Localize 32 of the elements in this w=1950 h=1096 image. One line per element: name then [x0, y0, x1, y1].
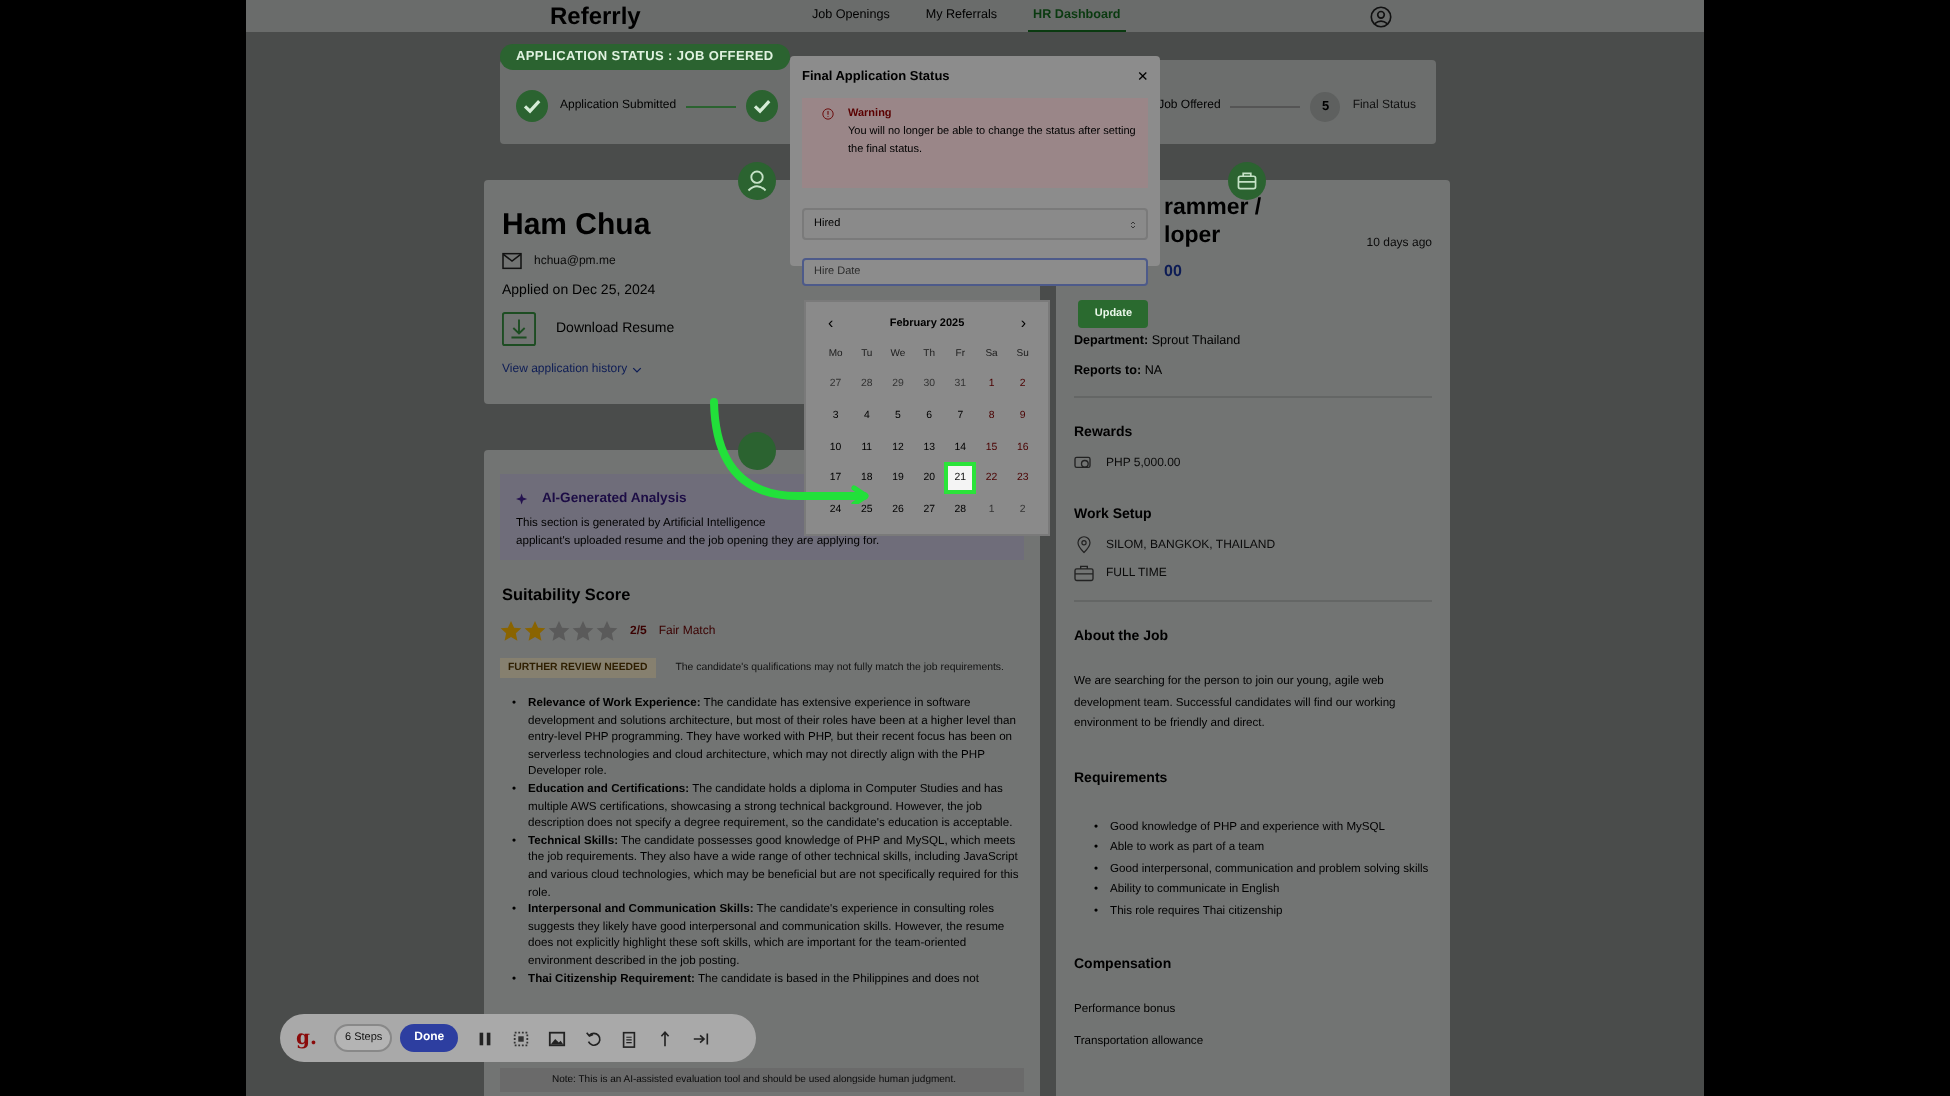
money-icon	[1074, 454, 1094, 472]
previous-month-button[interactable]: ‹	[828, 316, 834, 332]
undo-icon[interactable]	[584, 1029, 603, 1047]
recorder-logo[interactable]: g.	[296, 1027, 317, 1049]
star-icon	[500, 620, 522, 642]
candidate-name: Ham Chua	[502, 208, 651, 242]
star-icon	[596, 620, 618, 642]
sparkle-icon	[516, 492, 530, 506]
location-pin-icon	[1074, 536, 1094, 554]
upload-arrow-icon[interactable]	[656, 1029, 675, 1047]
job-title: rammer /	[1164, 194, 1262, 222]
clipboard-icon[interactable]	[620, 1029, 639, 1047]
pause-icon[interactable]	[476, 1029, 495, 1047]
close-button[interactable]: ×	[1137, 68, 1148, 86]
user-account-icon[interactable]	[1370, 5, 1392, 27]
star-icon	[572, 620, 594, 642]
job-title: loper	[1164, 222, 1223, 250]
logo[interactable]: Referrly	[550, 2, 806, 30]
chevron-down-icon	[631, 366, 642, 374]
capture-area-icon[interactable]	[512, 1029, 531, 1047]
briefcase-icon	[1228, 162, 1266, 200]
briefcase-icon	[1074, 564, 1094, 582]
mail-icon	[502, 252, 522, 270]
suitability-score-title: Suitability Score	[502, 586, 633, 604]
salary: 00	[1162, 262, 1182, 280]
star-icon	[548, 620, 570, 642]
person-icon	[738, 162, 776, 200]
image-icon[interactable]	[548, 1029, 567, 1047]
next-month-button[interactable]: ›	[1020, 316, 1026, 332]
star-icon	[524, 620, 546, 642]
skip-to-end-icon[interactable]	[692, 1029, 711, 1047]
warning-icon	[822, 108, 834, 120]
